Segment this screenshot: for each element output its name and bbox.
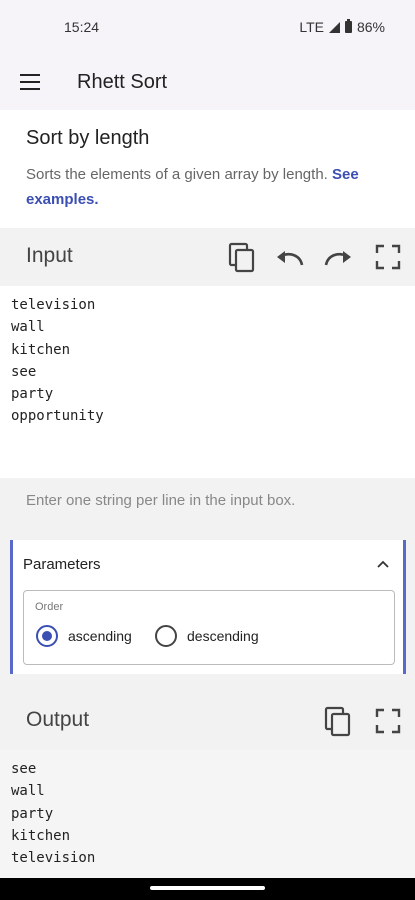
- description-body: Sorts the elements of a given array by l…: [26, 166, 328, 183]
- copy-icon[interactable]: [226, 241, 258, 273]
- description-text: Sorts the elements of a given array by l…: [26, 162, 396, 212]
- menu-icon[interactable]: [20, 74, 40, 90]
- input-hint: Enter one string per line in the input b…: [26, 492, 296, 509]
- signal-icon: [328, 21, 340, 33]
- network-type: LTE: [299, 19, 324, 35]
- radio-descending-label: descending: [187, 628, 259, 644]
- input-header: Input: [0, 228, 415, 286]
- app-bar: Rhett Sort: [0, 56, 415, 110]
- undo-icon[interactable]: [274, 241, 306, 273]
- fullscreen-icon[interactable]: [372, 241, 404, 273]
- fullscreen-icon[interactable]: [372, 705, 404, 737]
- page-title: Sort by length: [26, 127, 150, 149]
- battery-level: 86%: [356, 19, 385, 35]
- parameters-title: Parameters: [23, 556, 101, 573]
- redo-icon[interactable]: [322, 241, 354, 273]
- radio-ascending-label: ascending: [68, 628, 132, 644]
- app-title: Rhett Sort: [77, 71, 168, 93]
- status-indicators: LTE 86%: [299, 19, 385, 35]
- status-time: 15:24: [64, 19, 100, 35]
- output-textarea[interactable]: see wall party kitchen television: [0, 750, 415, 878]
- radio-button-checked[interactable]: [36, 625, 58, 647]
- order-fieldset: Order ascending descending: [23, 590, 395, 665]
- home-gesture-handle[interactable]: [150, 886, 265, 890]
- copy-icon[interactable]: [322, 705, 354, 737]
- output-header: Output: [0, 692, 415, 750]
- order-label: Order: [35, 601, 64, 613]
- battery-icon: [344, 19, 352, 33]
- status-bar: 15:24 LTE 86%: [0, 0, 415, 56]
- chevron-up-icon[interactable]: [375, 556, 391, 572]
- radio-button-unchecked[interactable]: [155, 625, 177, 647]
- parameters-panel: Parameters Order ascending descending: [10, 540, 406, 674]
- input-title: Input: [26, 244, 73, 267]
- radio-descending[interactable]: descending: [155, 625, 259, 647]
- input-textarea[interactable]: television wall kitchen see party opport…: [0, 286, 415, 478]
- description-card: Sort by length Sorts the elements of a g…: [0, 110, 415, 228]
- radio-ascending[interactable]: ascending: [36, 625, 132, 647]
- navigation-bar: [0, 878, 415, 900]
- output-title: Output: [26, 708, 90, 731]
